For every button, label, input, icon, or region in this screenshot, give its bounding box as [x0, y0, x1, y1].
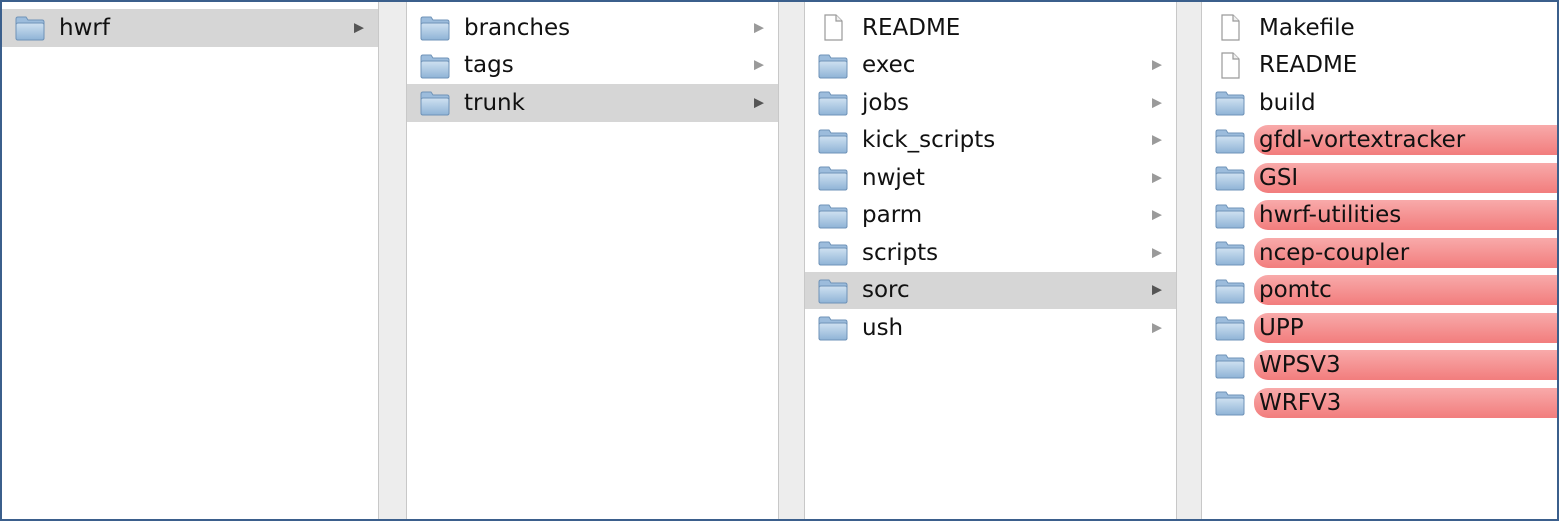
disclosure-arrow-icon: ▶ [1152, 320, 1162, 336]
column-resize-gutter[interactable] [779, 2, 804, 519]
folder-icon [420, 54, 450, 79]
disclosure-arrow-icon: ▶ [1152, 132, 1162, 148]
item-label: README [1259, 52, 1358, 79]
item-label: gfdl-vortextracker [1254, 125, 1557, 156]
folder-item-tags[interactable]: tags ▶ [407, 47, 778, 85]
item-label: README [862, 14, 961, 41]
item-label: scripts [862, 239, 939, 266]
folder-item-jobs[interactable]: jobs ▶ [805, 84, 1176, 122]
folder-item-branches[interactable]: branches ▶ [407, 9, 778, 47]
item-label: ush [862, 314, 904, 341]
item-label: nwjet [862, 164, 925, 191]
item-label: branches [464, 14, 571, 41]
file-item-readme[interactable]: README [805, 9, 1176, 47]
folder-item-sorc[interactable]: sorc ▶ [805, 271, 1176, 309]
disclosure-arrow-icon: ▶ [754, 20, 764, 36]
folder-icon [1215, 279, 1245, 304]
folder-icon [818, 166, 848, 191]
folder-icon [818, 316, 848, 341]
finder-column-browser: hwrf ▶ branches ▶ tags ▶ trunk ▶ README exec ▶ jo… [0, 0, 1559, 521]
folder-item-ncep-coupler[interactable]: ncep-coupler▶ [1202, 234, 1557, 272]
folder-item-trunk[interactable]: trunk ▶ [407, 84, 778, 122]
folder-icon [420, 91, 450, 116]
item-label: jobs [862, 89, 910, 116]
folder-icon [1215, 354, 1245, 379]
folder-icon [1215, 129, 1245, 154]
item-label: WPSV3 [1254, 350, 1557, 381]
folder-item-wrfv3[interactable]: WRFV3▶ [1202, 384, 1557, 422]
column-4: Makefile README build▶gfdl-vortextracker▶G… [1201, 2, 1557, 519]
folder-item-pomtc[interactable]: pomtc▶ [1202, 272, 1557, 310]
item-label: hwrf [59, 14, 110, 41]
item-label: exec [862, 52, 916, 79]
item-label: hwrf-utilities [1254, 200, 1557, 231]
folder-icon [1215, 241, 1245, 266]
column-1: hwrf ▶ [2, 2, 379, 519]
folder-item-hwrf[interactable]: hwrf ▶ [2, 9, 378, 47]
item-label: kick_scripts [862, 127, 996, 154]
folder-item-gsi[interactable]: GSI▶ [1202, 159, 1557, 197]
folder-icon [818, 54, 848, 79]
folder-icon [818, 91, 848, 116]
item-label: Makefile [1259, 14, 1355, 41]
folder-item-scripts[interactable]: scripts ▶ [805, 234, 1176, 272]
item-label: sorc [862, 277, 910, 304]
disclosure-arrow-icon: ▶ [754, 95, 764, 111]
folder-item-wpsv3[interactable]: WPSV3▶ [1202, 347, 1557, 385]
folder-icon [1215, 166, 1245, 191]
disclosure-arrow-icon: ▶ [1152, 57, 1162, 73]
column-3: README exec ▶ jobs ▶ kick_scripts ▶ nwjet ▶ parm ▶… [804, 2, 1177, 519]
document-icon [1221, 52, 1240, 79]
folder-icon [818, 241, 848, 266]
folder-item-hwrf-utilities[interactable]: hwrf-utilities▶ [1202, 197, 1557, 235]
document-icon [1221, 14, 1240, 41]
item-label: UPP [1254, 312, 1557, 343]
disclosure-arrow-icon: ▶ [1152, 282, 1162, 298]
item-label: ncep-coupler [1254, 237, 1557, 268]
disclosure-arrow-icon: ▶ [1152, 245, 1162, 261]
folder-icon [1215, 391, 1245, 416]
folder-icon [15, 16, 45, 41]
folder-icon [1215, 204, 1245, 229]
item-label: WRFV3 [1254, 387, 1557, 418]
item-label: tags [464, 52, 514, 79]
folder-item-parm[interactable]: parm ▶ [805, 197, 1176, 235]
folder-item-gfdl-vortextracker[interactable]: gfdl-vortextracker▶ [1202, 122, 1557, 160]
folder-icon [818, 204, 848, 229]
folder-item-build[interactable]: build▶ [1202, 84, 1557, 122]
item-label: GSI [1254, 162, 1557, 193]
item-label: build [1259, 89, 1316, 116]
folder-item-nwjet[interactable]: nwjet ▶ [805, 159, 1176, 197]
item-label: trunk [464, 89, 525, 116]
folder-icon [1215, 316, 1245, 341]
column-resize-gutter[interactable] [1177, 2, 1201, 519]
disclosure-arrow-icon: ▶ [1152, 95, 1162, 111]
folder-item-exec[interactable]: exec ▶ [805, 47, 1176, 85]
item-label: parm [862, 202, 923, 229]
file-item-readme[interactable]: README [1202, 47, 1557, 85]
document-icon [824, 14, 843, 41]
column-resize-gutter[interactable] [379, 2, 406, 519]
folder-icon [1215, 91, 1245, 116]
folder-icon [818, 279, 848, 304]
folder-item-ush[interactable]: ush ▶ [805, 309, 1176, 347]
disclosure-arrow-icon: ▶ [1152, 207, 1162, 223]
item-label: pomtc [1254, 275, 1557, 306]
disclosure-arrow-icon: ▶ [354, 20, 364, 36]
folder-item-upp[interactable]: UPP▶ [1202, 309, 1557, 347]
folder-icon [818, 129, 848, 154]
folder-icon [420, 16, 450, 41]
column-2: branches ▶ tags ▶ trunk ▶ [406, 2, 779, 519]
file-item-makefile[interactable]: Makefile [1202, 9, 1557, 47]
folder-item-kick-scripts[interactable]: kick_scripts ▶ [805, 122, 1176, 160]
disclosure-arrow-icon: ▶ [1152, 170, 1162, 186]
disclosure-arrow-icon: ▶ [754, 57, 764, 73]
